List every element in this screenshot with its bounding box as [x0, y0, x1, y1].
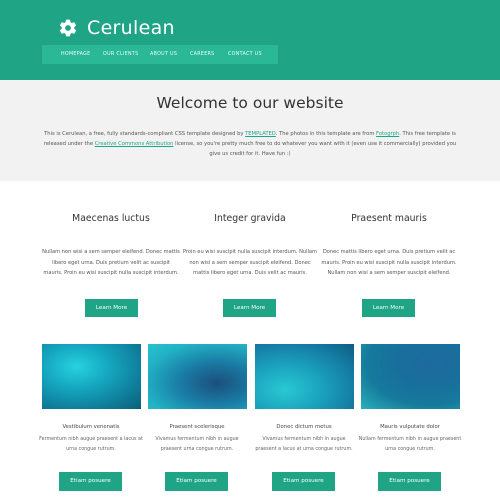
fotogrph-link[interactable]: Fotogrph: [376, 131, 399, 137]
gear-icon: [59, 19, 77, 37]
gallery-image[interactable]: [42, 344, 141, 409]
feature-text: Proin eu wisi suscipit nulla suscipit in…: [182, 249, 318, 276]
page-title: Welcome to our website: [156, 94, 344, 112]
gallery-caption: Praesent scelerisque Vivamus fermentum n…: [144, 424, 250, 454]
templated-link[interactable]: TEMPLATED: [245, 131, 276, 137]
feature-title: Praesent mauris: [351, 213, 427, 224]
logo[interactable]: Cerulean: [58, 14, 175, 42]
etiam-posuere-button[interactable]: Etiam posuere: [378, 472, 441, 491]
intro-part-1: This is Cerulean, a free, fully standard…: [44, 131, 246, 137]
intro-text: This is Cerulean, a free, fully standard…: [42, 129, 458, 159]
main-nav: Homepage Our Clients About Us Careers Co…: [42, 45, 278, 64]
etiam-posuere-button[interactable]: Etiam posuere: [272, 472, 335, 491]
etiam-posuere-button[interactable]: Etiam posuere: [165, 472, 228, 491]
gallery-title: Praesent scelerisque: [169, 424, 225, 430]
site-header: Cerulean Homepage Our Clients About Us C…: [0, 0, 500, 80]
nav-our-clients[interactable]: Our Clients: [103, 52, 138, 57]
gallery-title: Donec dictum metus: [276, 424, 332, 430]
learn-more-button[interactable]: Learn More: [223, 299, 276, 317]
nav-contact-us[interactable]: Contact Us: [228, 52, 262, 57]
feature-column: Integer gravida Proin eu wisi suscipit n…: [181, 213, 319, 279]
gallery-text: Vivamus fermentum nibh in augue praesent…: [255, 437, 353, 452]
etiam-posuere-button[interactable]: Etiam posuere: [59, 472, 122, 491]
gallery-caption: Mauris vulputate dolor Nullam fermentum …: [357, 424, 463, 454]
welcome-banner: Welcome to our website This is Cerulean,…: [0, 80, 500, 181]
gallery-text: Nullam fermentum nibh in augue praesent …: [358, 437, 462, 452]
learn-more-button[interactable]: Learn More: [362, 299, 415, 317]
gallery-title: Mauris vulputate dolor: [380, 424, 440, 430]
gallery-image[interactable]: [255, 344, 354, 409]
gallery-image[interactable]: [361, 344, 460, 409]
feature-text: Nullam non wisi a sem semper eleifend. D…: [42, 249, 180, 276]
gallery-title: Vestibulum venenatis: [62, 424, 120, 430]
gallery-caption: Donec dictum metus Vivamus fermentum nib…: [251, 424, 357, 454]
gallery-text: Vivamus fermentum nibh in augue praesent…: [155, 437, 239, 452]
gallery-caption: Vestibulum venenatis Fermentum nibh augu…: [38, 424, 144, 454]
feature-text: Donec mattis libero eget urna. Duis pret…: [321, 249, 457, 276]
license-link[interactable]: Creative Commons Attribution: [95, 141, 174, 147]
gallery-image[interactable]: [148, 344, 247, 409]
nav-about-us[interactable]: About Us: [150, 52, 177, 57]
intro-part-4: license, so you're pretty much free to d…: [173, 141, 457, 157]
feature-column: Maecenas luctus Nullam non wisi a sem se…: [42, 213, 180, 279]
gallery-text: Fermentum nibh augue praesent a lacus at…: [39, 437, 143, 452]
learn-more-button[interactable]: Learn More: [85, 299, 138, 317]
intro-part-2: . The photos in this template are from: [275, 131, 377, 137]
site-title: Cerulean: [87, 17, 175, 39]
feature-title: Maecenas luctus: [72, 213, 150, 224]
nav-careers[interactable]: Careers: [190, 52, 215, 57]
feature-column: Praesent mauris Donec mattis libero eget…: [320, 213, 458, 279]
feature-title: Integer gravida: [214, 213, 286, 224]
nav-homepage[interactable]: Homepage: [61, 52, 90, 57]
